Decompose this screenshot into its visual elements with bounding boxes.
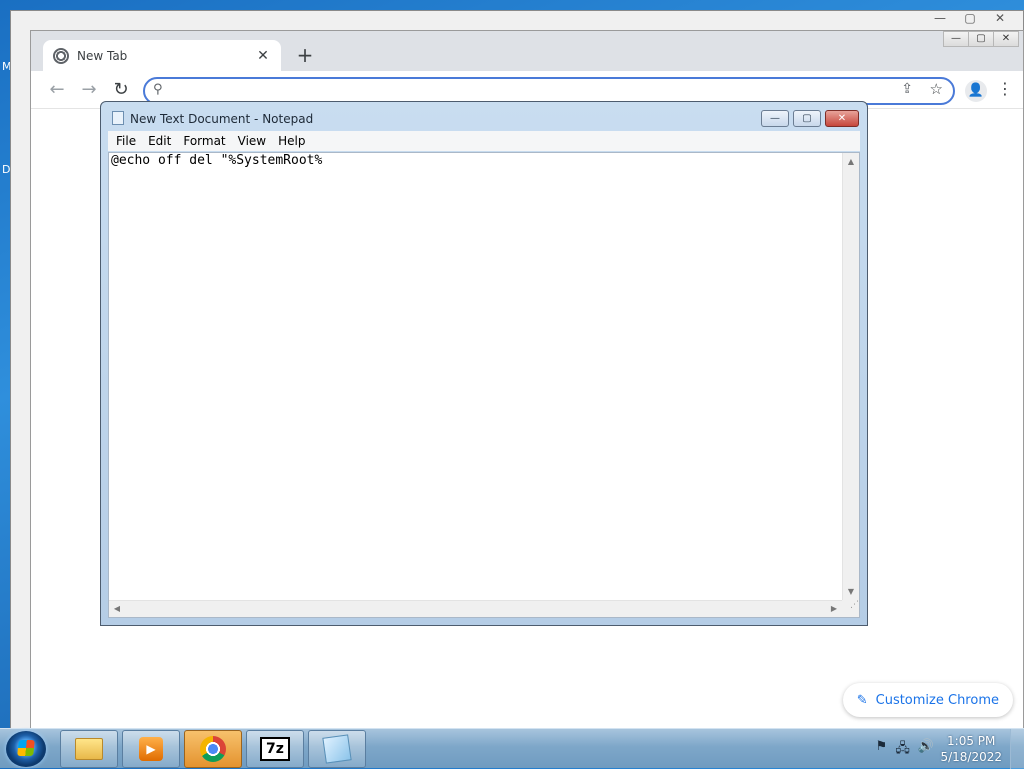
forward-button[interactable]: →: [77, 79, 101, 101]
resize-grip-icon[interactable]: ⋰: [842, 600, 859, 617]
chrome-tab-strip: New Tab ✕ + — ▢ ✕: [31, 31, 1023, 72]
notepad-icon: [112, 111, 124, 125]
taskbar: ▶ 7z ⚑ 🖧 🔊 1:05 PM 5/18/2022: [0, 728, 1024, 769]
action-center-flag-icon[interactable]: ⚑: [876, 739, 888, 761]
scroll-down-icon[interactable]: ▼: [843, 583, 859, 600]
start-button[interactable]: [6, 731, 46, 767]
show-desktop-button[interactable]: [1010, 729, 1024, 769]
media-player-icon: ▶: [139, 737, 163, 761]
notepad-text-area[interactable]: @echo off del "%SystemRoot% ▲ ▼ ◀ ▶ ⋰: [108, 152, 860, 618]
chrome-window-controls: — ▢ ✕: [943, 31, 1019, 47]
tab-close-icon[interactable]: ✕: [255, 48, 271, 64]
notepad-title: New Text Document - Notepad: [130, 112, 314, 126]
tab-new-tab[interactable]: New Tab ✕: [43, 40, 281, 72]
background-close-button[interactable]: ✕: [989, 11, 1011, 25]
scroll-right-icon[interactable]: ▶: [826, 601, 842, 617]
taskbar-notepad-button[interactable]: [308, 730, 366, 768]
notepad-window: New Text Document - Notepad — ▢ ✕ File E…: [100, 101, 868, 626]
taskbar-media-player-button[interactable]: ▶: [122, 730, 180, 768]
notepad-window-controls: — ▢ ✕: [761, 110, 859, 127]
chrome-minimize-button[interactable]: —: [943, 31, 969, 47]
vertical-scrollbar[interactable]: ▲ ▼: [842, 153, 859, 600]
menu-format[interactable]: Format: [177, 134, 231, 148]
volume-icon[interactable]: 🔊: [918, 739, 934, 761]
clock-date: 5/18/2022: [940, 750, 1002, 764]
notepad-minimize-button[interactable]: —: [761, 110, 789, 127]
tab-title: New Tab: [77, 49, 128, 63]
system-clock[interactable]: 1:05 PM 5/18/2022: [940, 733, 1002, 765]
notepad-taskbar-icon: [322, 734, 352, 764]
back-button[interactable]: ←: [45, 79, 69, 101]
folder-icon: [75, 738, 103, 760]
taskbar-chrome-button[interactable]: [184, 730, 242, 768]
chrome-favicon-icon: [53, 48, 69, 64]
background-window-controls: — ▢ ✕: [929, 11, 1011, 25]
notepad-close-button[interactable]: ✕: [825, 110, 859, 127]
notepad-content[interactable]: @echo off del "%SystemRoot%: [111, 153, 322, 168]
windows-logo-icon: [17, 740, 35, 756]
chrome-menu-icon[interactable]: ⋮: [997, 79, 1013, 98]
chrome-icon: [200, 736, 226, 762]
7zip-icon: 7z: [260, 737, 290, 761]
reload-button[interactable]: ↻: [109, 79, 133, 101]
background-minimize-button[interactable]: —: [929, 11, 951, 25]
bookmark-star-icon[interactable]: ☆: [930, 80, 943, 98]
taskbar-7zip-button[interactable]: 7z: [246, 730, 304, 768]
network-icon[interactable]: 🖧: [895, 739, 910, 761]
menu-view[interactable]: View: [232, 134, 272, 148]
scroll-left-icon[interactable]: ◀: [109, 601, 125, 617]
system-tray: ⚑ 🖧 🔊: [876, 739, 934, 761]
search-icon: ⚲: [153, 82, 163, 97]
address-input[interactable]: [175, 82, 883, 100]
chrome-close-button[interactable]: ✕: [993, 31, 1019, 47]
chrome-maximize-button[interactable]: ▢: [968, 31, 994, 47]
horizontal-scrollbar[interactable]: ◀ ▶: [109, 600, 842, 617]
notepad-menubar: File Edit Format View Help: [108, 131, 860, 151]
notepad-titlebar[interactable]: New Text Document - Notepad — ▢ ✕: [101, 102, 867, 132]
notepad-maximize-button[interactable]: ▢: [793, 110, 821, 127]
menu-edit[interactable]: Edit: [142, 134, 177, 148]
scroll-up-icon[interactable]: ▲: [843, 153, 859, 170]
customize-chrome-label: Customize Chrome: [875, 692, 999, 708]
new-tab-button[interactable]: +: [293, 43, 317, 67]
pencil-icon: ✎: [856, 692, 868, 708]
menu-help[interactable]: Help: [272, 134, 311, 148]
menu-file[interactable]: File: [110, 134, 142, 148]
share-icon[interactable]: ⇪: [901, 81, 913, 97]
customize-chrome-button[interactable]: ✎ Customize Chrome: [842, 683, 1013, 717]
background-maximize-button[interactable]: ▢: [959, 11, 981, 25]
clock-time: 1:05 PM: [947, 734, 996, 748]
profile-avatar-icon[interactable]: 👤: [965, 80, 987, 102]
taskbar-explorer-button[interactable]: [60, 730, 118, 768]
